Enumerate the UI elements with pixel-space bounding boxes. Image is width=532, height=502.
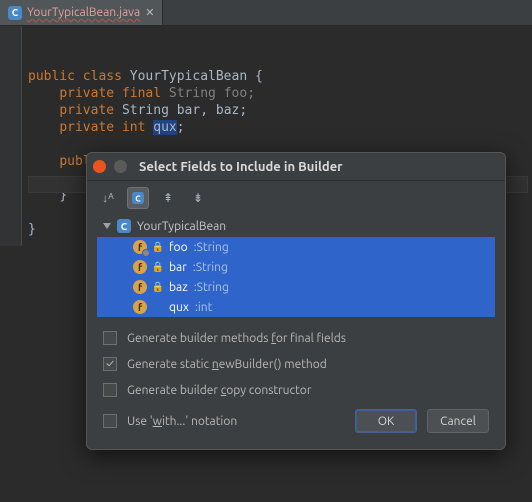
kw: final	[122, 86, 161, 101]
field-name: baz	[169, 281, 188, 294]
semi: ;	[239, 103, 247, 118]
opt-label: Generate builder copy constructor	[127, 384, 311, 397]
tree-root-label: YourTypicalBean	[137, 220, 226, 233]
collapse-all-icon[interactable]: ⇟	[187, 187, 209, 209]
field-tree: C YourTypicalBean f 🔒 foo :String f 🔒 bar…	[97, 215, 495, 317]
editor-tab[interactable]: C YourTypicalBean.java ✕	[0, 0, 163, 25]
opt-label: Use 'with...' notation	[127, 415, 237, 428]
field-icon: f	[133, 300, 147, 314]
opt-copy-constructor[interactable]: Generate builder copy constructor	[103, 383, 489, 397]
comma: ,	[200, 103, 216, 118]
window-minimize-icon[interactable]	[114, 160, 127, 173]
type: String	[122, 103, 169, 118]
editor-tabbar: C YourTypicalBean.java ✕	[0, 0, 532, 26]
field-name: bar	[177, 103, 200, 118]
checkbox-icon[interactable]	[103, 383, 117, 397]
opt-with-notation[interactable]: Use 'with...' notation	[103, 414, 355, 428]
field-name: bar	[169, 261, 187, 274]
field-type: :String	[194, 241, 229, 254]
type: int	[122, 120, 145, 135]
field-item[interactable]: f 🔒 foo :String	[97, 237, 495, 257]
sort-az-icon[interactable]: ↓ᴬ	[97, 187, 119, 209]
semi: ;	[247, 86, 255, 101]
kw: private	[59, 120, 114, 135]
field-name: foo	[169, 241, 188, 254]
opt-label: Generate builder methods for final field…	[127, 332, 346, 345]
lock-icon: 🔒	[153, 282, 163, 292]
lock-icon: 🔒	[153, 242, 163, 252]
dialog-options: Generate builder methods for final field…	[87, 317, 505, 439]
kw: class	[83, 69, 122, 84]
expand-triangle-icon[interactable]	[103, 223, 111, 229]
dialog-title: Select Fields to Include in Builder	[139, 160, 343, 174]
expand-all-icon[interactable]: ⇞	[157, 187, 179, 209]
field-name-highlighted: qux	[153, 120, 176, 135]
field-icon: f	[133, 280, 147, 294]
dialog-titlebar[interactable]: Select Fields to Include in Builder	[87, 153, 505, 181]
field-item[interactable]: f 🔒 bar :String	[97, 257, 495, 277]
kw: private	[59, 86, 114, 101]
lock-icon: 🔒	[153, 262, 163, 272]
ok-button[interactable]: OK	[355, 409, 417, 433]
field-name: foo	[224, 86, 247, 101]
opt-label: Generate static newBuilder() method	[127, 358, 327, 371]
brace: {	[247, 69, 263, 84]
class-name: YourTypicalBean	[130, 69, 247, 84]
show-classes-icon[interactable]: C	[127, 187, 149, 209]
kw: private	[59, 103, 114, 118]
checkbox-icon[interactable]	[103, 331, 117, 345]
tab-filename: YourTypicalBean.java	[27, 6, 140, 19]
java-class-icon: C	[8, 6, 22, 20]
checkbox-icon[interactable]	[103, 357, 117, 371]
field-type: :int	[195, 301, 212, 314]
close-tab-icon[interactable]: ✕	[145, 6, 154, 19]
field-name: baz	[216, 103, 239, 118]
dialog-toolbar: ↓ᴬ C ⇞ ⇟	[87, 181, 505, 215]
cancel-button[interactable]: Cancel	[427, 409, 489, 433]
type: String	[169, 86, 216, 101]
tree-root-node[interactable]: C YourTypicalBean	[97, 215, 495, 237]
builder-dialog: Select Fields to Include in Builder ↓ᴬ C…	[86, 152, 506, 450]
kw: public	[28, 69, 75, 84]
field-item[interactable]: f 🔒 baz :String	[97, 277, 495, 297]
java-class-icon: C	[117, 219, 131, 233]
field-type: :String	[194, 281, 229, 294]
tree-items-selected: f 🔒 foo :String f 🔒 bar :String f 🔒 baz :St…	[97, 237, 495, 317]
field-icon: f	[133, 260, 147, 274]
field-item[interactable]: f 🔒 qux:int	[97, 297, 495, 317]
field-icon: f	[133, 240, 147, 254]
semi: ;	[177, 120, 185, 135]
field-name: qux	[169, 301, 189, 314]
opt-static-newbuilder[interactable]: Generate static newBuilder() method	[103, 357, 489, 371]
field-type: :String	[193, 261, 228, 274]
window-close-icon[interactable]	[93, 160, 106, 173]
opt-final-fields[interactable]: Generate builder methods for final field…	[103, 331, 489, 345]
brace: }	[28, 222, 36, 237]
checkbox-icon[interactable]	[103, 414, 117, 428]
editor-gutter	[0, 26, 22, 246]
